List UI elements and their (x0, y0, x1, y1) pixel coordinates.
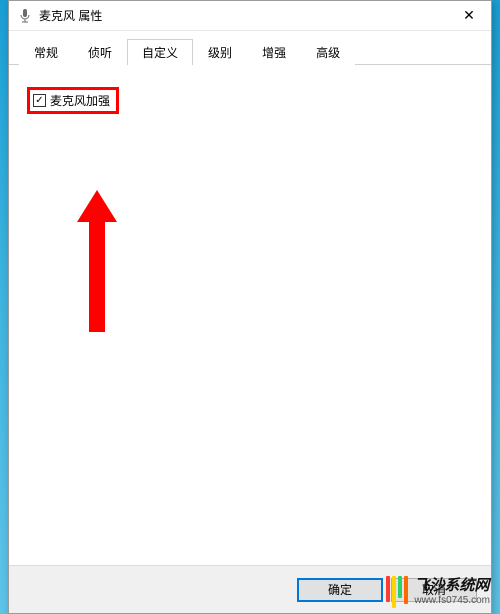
tab-levels[interactable]: 级别 (193, 39, 247, 65)
close-button[interactable]: ✕ (449, 2, 489, 30)
ok-button[interactable]: 确定 (297, 578, 383, 602)
tabstrip: 常规 侦听 自定义 级别 增强 高级 (9, 31, 491, 65)
tab-advanced[interactable]: 高级 (301, 39, 355, 65)
tab-listen[interactable]: 侦听 (73, 39, 127, 65)
close-icon: ✕ (463, 7, 475, 24)
window-title: 麦克风 属性 (39, 7, 449, 24)
titlebar: 麦克风 属性 ✕ (9, 1, 491, 31)
microphone-icon (17, 8, 33, 24)
dialog-button-row: 确定 取消 (9, 565, 491, 613)
annotation-arrow (77, 190, 117, 332)
mic-boost-checkbox[interactable]: ✓ (33, 94, 46, 107)
microphone-properties-dialog: 麦克风 属性 ✕ 常规 侦听 自定义 级别 增强 高级 ✓ 麦克风加强 确定 取… (8, 0, 492, 614)
mic-boost-checkbox-row[interactable]: ✓ 麦克风加强 (27, 87, 119, 114)
tab-enhancements[interactable]: 增强 (247, 39, 301, 65)
tab-custom[interactable]: 自定义 (127, 39, 193, 65)
mic-boost-label: 麦克风加强 (50, 92, 110, 109)
tab-general[interactable]: 常规 (19, 39, 73, 65)
tab-panel-custom: ✓ 麦克风加强 (9, 65, 491, 565)
cancel-button[interactable]: 取消 (391, 578, 477, 602)
